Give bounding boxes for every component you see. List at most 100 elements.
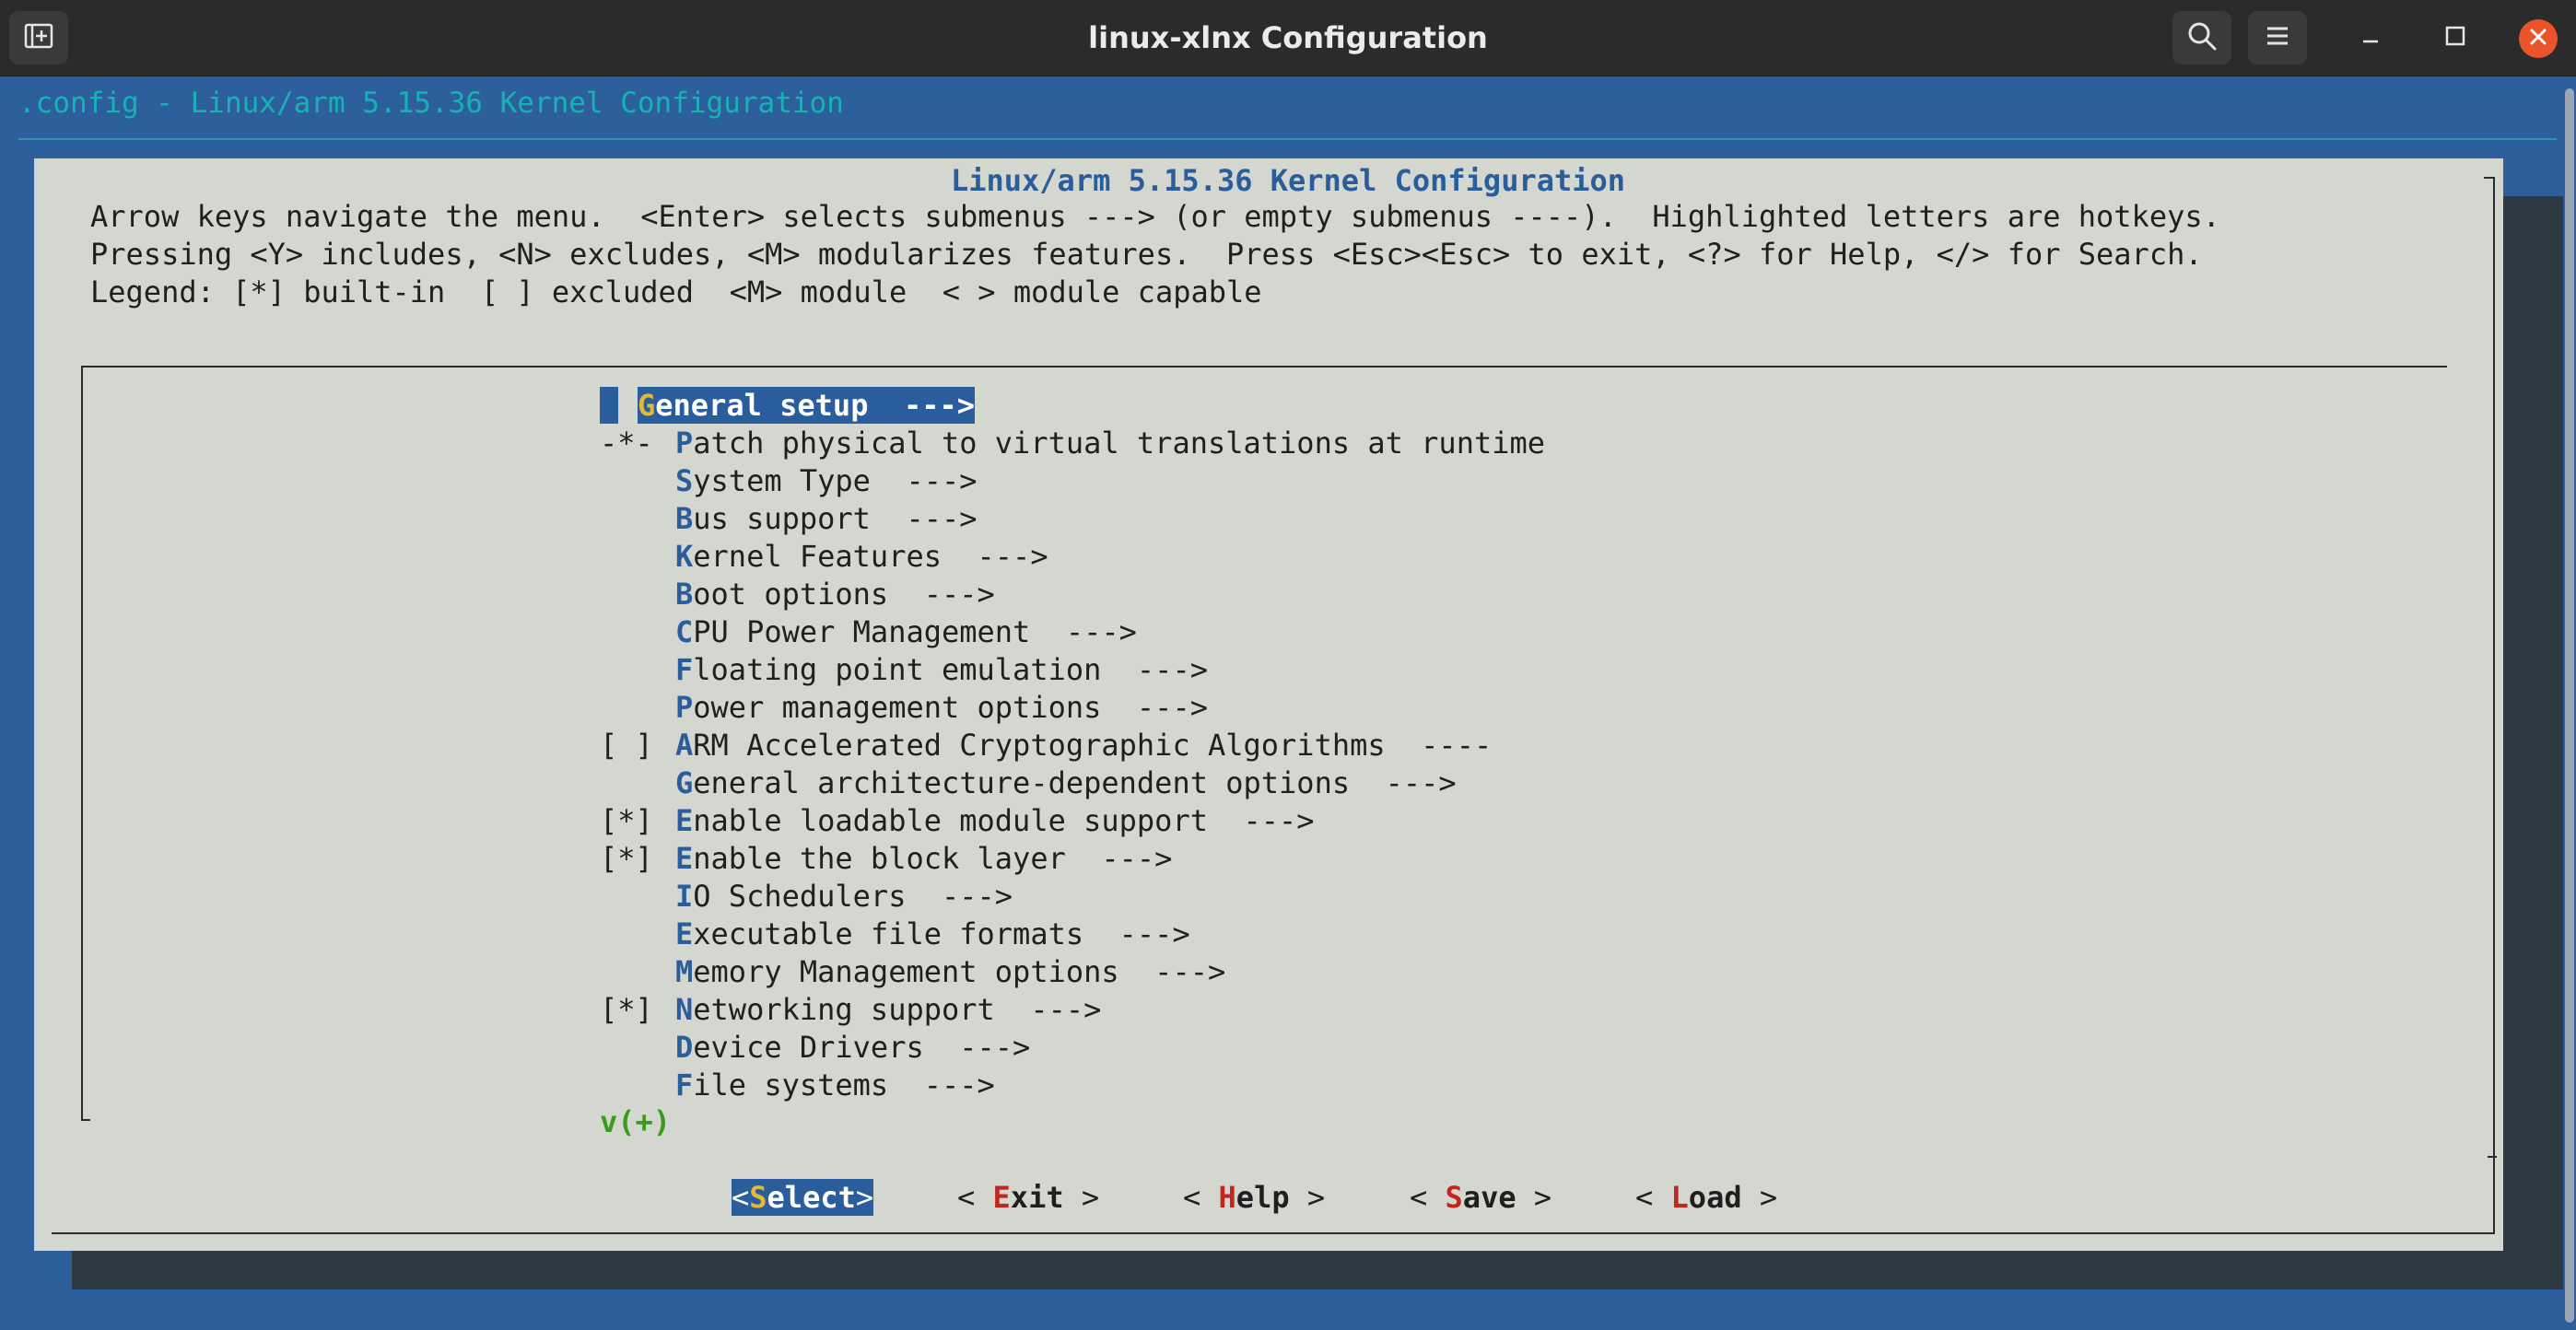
menu-button[interactable] [2248, 11, 2307, 64]
menu-item-executable-formats[interactable]: Executable file formats ---> [600, 916, 1190, 952]
menu-item-hotkey: F [675, 652, 694, 687]
menu-item-floating-point[interactable]: Floating point emulation ---> [600, 651, 1208, 688]
menu-item-hotkey: S [675, 463, 694, 498]
menu-item-power-management[interactable]: Power management options ---> [600, 689, 1208, 726]
menu-item-file-systems[interactable]: File systems ---> [600, 1067, 995, 1103]
button-label: elp [1235, 1180, 1290, 1215]
menu-item-hotkey: G [638, 388, 656, 423]
menu-item-label: O Schedulers ---> [693, 879, 1013, 914]
menu-item-label: ernel Features ---> [693, 539, 1048, 574]
menu-item-hotkey: P [675, 426, 694, 461]
menu-item-label: oot options ---> [693, 577, 995, 612]
button-label: ave [1462, 1180, 1516, 1215]
menu-item-general-arch[interactable]: General architecture-dependent options -… [600, 764, 1457, 801]
menu-item-hotkey: C [675, 614, 694, 649]
button-hotkey: S [1445, 1180, 1463, 1215]
menu-item-io-schedulers[interactable]: IO Schedulers ---> [600, 878, 1013, 915]
menu-item-label: emory Management options ---> [693, 954, 1226, 989]
button-hotkey: L [1670, 1180, 1689, 1215]
menu-item-boot-options[interactable]: Boot options ---> [600, 576, 995, 612]
menu-item-hotkey: D [675, 1030, 694, 1065]
button-hotkey: S [749, 1180, 767, 1215]
menu-item-device-drivers[interactable]: Device Drivers ---> [600, 1029, 1030, 1066]
menu-border-right-corner [2488, 1156, 2497, 1158]
dialog-border-bottom [52, 1232, 2495, 1234]
menu-border-corner [81, 1119, 90, 1121]
help-line-2: Pressing <Y> includes, <N> excludes, <M>… [90, 237, 2203, 272]
backtitle-underline [18, 138, 2557, 140]
window-titlebar: linux-xlnx Configuration [0, 0, 2576, 76]
menu-item-hotkey: I [675, 879, 694, 914]
button-close: > [1741, 1180, 1778, 1215]
button-open: < [1410, 1180, 1446, 1215]
maximize-icon [2444, 25, 2466, 51]
menu-item-hotkey: E [675, 841, 694, 876]
menu-item-hotkey: F [675, 1068, 694, 1102]
config-dialog [34, 158, 2503, 1251]
minimize-icon [2359, 25, 2382, 51]
menu-item-bus-support[interactable]: Bus support ---> [600, 500, 978, 537]
menu-item-hotkey: G [675, 765, 694, 800]
menu-item-label: PU Power Management ---> [693, 614, 1137, 649]
minimize-button[interactable] [2343, 11, 2398, 64]
menu-item-kernel-features[interactable]: Kernel Features ---> [600, 538, 1048, 575]
help-button[interactable]: < Help > [1183, 1179, 1325, 1216]
menu-item-label: xecutable file formats ---> [693, 916, 1190, 951]
menu-item-label: ile systems ---> [693, 1068, 995, 1102]
button-close: > [1289, 1180, 1326, 1215]
menu-item-prefix: [ ] [600, 728, 653, 763]
exit-button[interactable]: < Exit > [957, 1179, 1099, 1216]
dialog-title: Linux/arm 5.15.36 Kernel Configuration [950, 163, 1626, 198]
selection-marker [600, 387, 618, 424]
button-close: > [1063, 1180, 1100, 1215]
menu-item-hotkey: N [675, 992, 694, 1027]
menu-item-arm-crypto[interactable]: [ ] ARM Accelerated Cryptographic Algorit… [600, 727, 1492, 764]
menu-item-prefix: -*- [600, 426, 653, 461]
menu-item-prefix: [*] [600, 803, 653, 838]
button-close: > [1516, 1180, 1552, 1215]
search-icon [2186, 20, 2218, 55]
menu-item-networking[interactable]: [*] Networking support ---> [600, 991, 1101, 1028]
menu-item-general-setup[interactable]: General setup ---> [638, 387, 976, 424]
menu-item-label: atch physical to virtual translations at… [693, 426, 1546, 461]
button-hotkey: E [992, 1180, 1011, 1215]
load-button[interactable]: < Load > [1635, 1179, 1777, 1216]
menu-border-top [81, 366, 2447, 368]
menu-item-label: evice Drivers ---> [693, 1030, 1031, 1065]
more-items-indicator: v(+) [600, 1104, 672, 1139]
menu-item-label: ystem Type ---> [693, 463, 978, 498]
menu-item-label: eneral architecture-dependent options --… [693, 765, 1457, 800]
menu-item-system-type[interactable]: System Type ---> [600, 462, 978, 499]
menu-item-hotkey: P [675, 690, 694, 725]
select-button[interactable]: <Select> [732, 1179, 874, 1216]
backtitle: .config - Linux/arm 5.15.36 Kernel Confi… [18, 87, 844, 120]
menu-item-hotkey: M [675, 954, 694, 989]
menu-item-label: etworking support ---> [693, 992, 1102, 1027]
menu-item-patch-phys-virt[interactable]: -*- Patch physical to virtual translation… [600, 425, 1545, 461]
terminal-scrollbar-thumb[interactable] [2565, 88, 2574, 1323]
button-close: > [855, 1180, 874, 1215]
menu-border-left [81, 366, 83, 1121]
menu-item-label: nable the block layer ---> [693, 841, 1173, 876]
menu-item-block-layer[interactable]: [*] Enable the block layer ---> [600, 840, 1172, 877]
button-hotkey: H [1218, 1180, 1236, 1215]
help-line-3: Legend: [*] built-in [ ] excluded <M> mo… [90, 274, 1262, 309]
menu-item-hotkey: E [675, 803, 694, 838]
button-label: elect [767, 1180, 856, 1215]
save-button[interactable]: < Save > [1410, 1179, 1551, 1216]
button-open: < [957, 1180, 993, 1215]
search-button[interactable] [2172, 11, 2231, 64]
menu-item-label: RM Accelerated Cryptographic Algorithms … [693, 728, 1493, 763]
menu-item-hotkey: A [675, 728, 694, 763]
maximize-button[interactable] [2428, 11, 2483, 64]
button-open: < [732, 1180, 750, 1215]
menu-item-loadable-modules[interactable]: [*] Enable loadable module support ---> [600, 802, 1315, 839]
button-open: < [1183, 1180, 1219, 1215]
menu-item-label: eneral setup ---> [655, 388, 976, 423]
close-button[interactable] [2519, 19, 2558, 58]
menu-item-cpu-power[interactable]: CPU Power Management ---> [600, 613, 1137, 650]
menu-item-hotkey: B [675, 501, 694, 536]
new-tab-button[interactable] [9, 11, 68, 64]
dialog-border-right [2493, 177, 2495, 1234]
menu-item-memory-management[interactable]: Memory Management options ---> [600, 953, 1225, 990]
